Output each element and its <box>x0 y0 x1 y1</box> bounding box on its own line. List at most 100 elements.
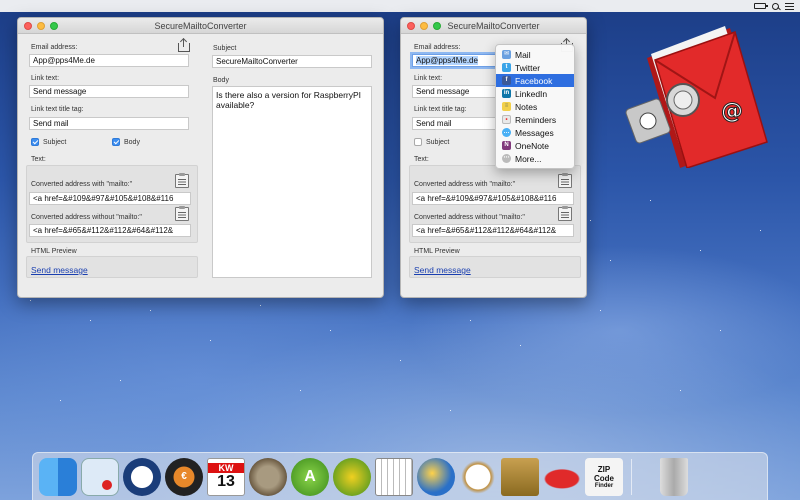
converted-without-label: Converted address without "mailto:" <box>31 214 142 221</box>
share-menu-item-label: Notes <box>515 101 538 112</box>
converted-with-field[interactable]: <a href=&#109&#97&#105&#108&#116 <box>29 192 191 205</box>
dock-document-certificate-icon[interactable] <box>81 457 119 496</box>
copy-with-mailto-icon[interactable] <box>558 173 572 188</box>
notification-center-icon[interactable] <box>785 2 794 10</box>
body-check-label: Body <box>124 138 140 146</box>
subject-field[interactable]: SecureMailtoConverter <box>212 55 372 68</box>
onenote-icon: N <box>502 141 511 150</box>
finder-label: Finder <box>594 482 614 489</box>
subject-check-label: Subject <box>43 138 67 146</box>
close-button[interactable] <box>24 22 32 30</box>
dock-zip-code-finder-icon[interactable]: ZIP Code Finder <box>585 457 623 496</box>
copy-without-mailto-icon[interactable] <box>175 206 189 221</box>
dock-car-icon[interactable] <box>543 457 581 496</box>
share-menu-item-twitter[interactable]: t Twitter <box>496 61 574 74</box>
email-field[interactable]: App@pps4Me.de <box>29 54 189 67</box>
messages-icon: … <box>502 128 511 137</box>
dock-calendar-grid-icon[interactable] <box>375 457 413 496</box>
spotlight-search-icon[interactable] <box>772 2 779 10</box>
dock-warranty-badge-icon[interactable] <box>249 457 287 496</box>
subject-check-icon[interactable] <box>414 138 422 146</box>
body-checkbox[interactable]: Body <box>112 138 140 146</box>
share-menu-item-label: Twitter <box>515 62 541 73</box>
kw-label: KW <box>208 462 244 473</box>
dock-calendar-week-icon[interactable]: KW 13 <box>207 457 245 496</box>
copy-with-mailto-icon[interactable] <box>175 173 189 188</box>
zoom-button[interactable] <box>433 22 441 30</box>
body-label: Body <box>213 77 229 84</box>
html-preview-label: HTML Preview <box>414 248 460 255</box>
text-section-label: Text: <box>414 156 429 163</box>
preview-link[interactable]: Send message <box>31 265 88 275</box>
share-menu-item-onenote[interactable]: N OneNote <box>496 139 574 152</box>
copy-without-mailto-icon[interactable] <box>558 206 572 221</box>
share-menu-item-reminders[interactable]: • Reminders <box>496 113 574 126</box>
link-text-label: Link text: <box>414 75 443 82</box>
minimize-button[interactable] <box>420 22 428 30</box>
converted-with-field[interactable]: <a href=&#109&#97&#105&#108&#116 <box>412 192 574 205</box>
share-menu-item-label: Reminders <box>515 114 557 125</box>
dock-watch-icon[interactable] <box>459 457 497 496</box>
title-tag-field[interactable]: Send mail <box>29 117 189 130</box>
dock-euro-house-icon[interactable]: € <box>165 457 203 496</box>
share-icon[interactable] <box>178 37 190 52</box>
converted-with-label: Converted address with "mailto:" <box>414 181 516 188</box>
subject-check-icon[interactable] <box>31 138 39 146</box>
converted-without-field[interactable]: <a href=&#65&#112&#112&#64&#112& <box>412 224 574 237</box>
title-tag-label: Link text title tag: <box>414 106 467 113</box>
share-menu-item-more[interactable]: ⋯ More... <box>496 152 574 165</box>
dock-horse-icon[interactable] <box>123 457 161 496</box>
email-field[interactable]: App@pps4Me.de <box>412 54 496 67</box>
dock: € KW 13 A ZIP Code Finder <box>32 452 768 500</box>
share-menu-item-notes[interactable]: ≡ Notes <box>496 100 574 113</box>
zoom-button[interactable] <box>50 22 58 30</box>
title-tag-field[interactable]: Send mail <box>412 117 496 130</box>
link-text-field[interactable]: Send message <box>29 85 189 98</box>
dock-tools-icon[interactable] <box>333 457 371 496</box>
mail-icon: ✉ <box>502 50 511 59</box>
notes-icon: ≡ <box>502 102 511 111</box>
menu-bar <box>0 0 800 12</box>
share-menu-item-label: More... <box>515 153 542 164</box>
twitter-icon: t <box>502 63 511 72</box>
subject-check-label: Subject <box>426 138 450 146</box>
body-textarea[interactable]: Is there also a version for RaspberryPI … <box>212 86 372 278</box>
minimize-button[interactable] <box>37 22 45 30</box>
dock-globe-icon[interactable] <box>417 457 455 496</box>
html-preview-label: HTML Preview <box>31 248 77 255</box>
preview-link[interactable]: Send message <box>414 265 471 275</box>
converted-without-label: Converted address without "mailto:" <box>414 214 525 221</box>
share-menu-item-label: OneNote <box>515 140 550 151</box>
zip-label: ZIP <box>597 464 611 474</box>
reminders-icon: • <box>502 115 511 124</box>
share-menu-item-mail[interactable]: ✉ Mail <box>496 48 574 61</box>
close-button[interactable] <box>407 22 415 30</box>
subject-checkbox[interactable]: Subject <box>414 138 449 146</box>
dock-wine-bottles-icon[interactable] <box>501 457 539 496</box>
facebook-icon: f <box>502 76 511 85</box>
dock-app-store-icon[interactable]: A <box>291 457 329 496</box>
converted-without-field[interactable]: <a href=&#65&#112&#112&#64&#112& <box>29 224 191 237</box>
share-menu-item-linkedin[interactable]: in LinkedIn <box>496 87 574 100</box>
link-text-field[interactable]: Send message <box>412 85 496 98</box>
svg-text:@: @ <box>721 99 743 124</box>
share-menu-item-facebook[interactable]: f Facebook <box>496 74 574 87</box>
text-section-label: Text: <box>31 156 46 163</box>
apple-menu-icon[interactable] <box>6 1 15 11</box>
share-menu-item-label: LinkedIn <box>515 88 548 99</box>
securemailto-app-icon: @ <box>625 26 768 168</box>
window-titlebar[interactable]: SecureMailtoConverter <box>18 18 383 34</box>
subject-checkbox[interactable]: Subject <box>31 138 66 146</box>
email-label: Email address: <box>31 44 78 51</box>
body-check-icon[interactable] <box>112 138 120 146</box>
share-menu-item-messages[interactable]: … Messages <box>496 126 574 139</box>
dock-separator <box>631 458 632 495</box>
more-icon: ⋯ <box>502 154 511 163</box>
dock-finder-icon[interactable] <box>39 457 77 496</box>
main-window-left: SecureMailtoConverter Email address: App… <box>17 17 384 298</box>
window-title: SecureMailtoConverter <box>154 21 247 31</box>
subject-label: Subject <box>213 45 237 52</box>
dock-trash-icon[interactable] <box>660 457 688 496</box>
window-titlebar[interactable]: SecureMailtoConverter <box>401 18 586 34</box>
battery-icon[interactable] <box>754 3 768 9</box>
